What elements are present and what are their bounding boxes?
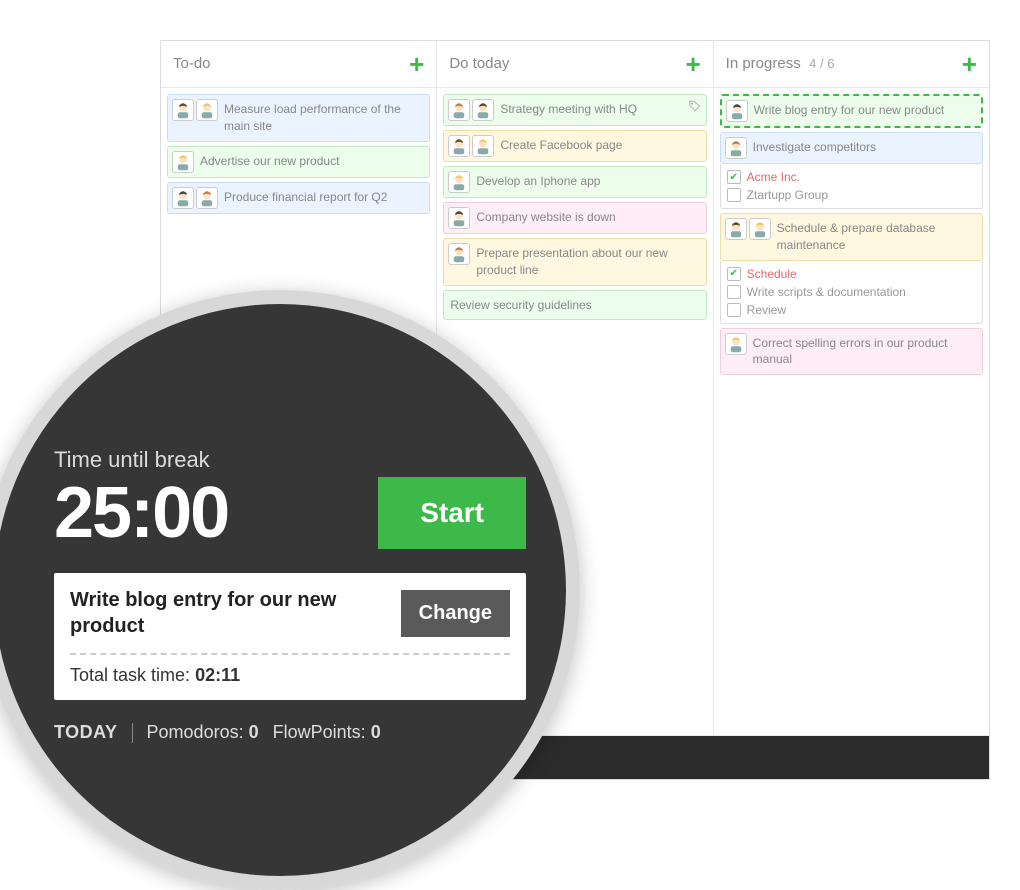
assignee-avatars [725, 333, 747, 355]
assignee-avatars [448, 99, 494, 121]
assignee-avatars [448, 135, 494, 157]
subtask-list: Schedule Write scripts & documentation Rev… [720, 261, 983, 324]
avatar [172, 151, 194, 173]
card-text: Schedule & prepare database maintenance [775, 218, 978, 256]
task-card[interactable]: Advertise our new product [167, 146, 430, 178]
avatar [448, 135, 470, 157]
subtask-list: Acme Inc. Ztartupp Group [720, 164, 983, 209]
assignee-avatars [725, 218, 771, 240]
card-list: Measure load performance of the main sit… [161, 88, 436, 220]
timer-label: Time until break [54, 447, 526, 473]
task-card[interactable]: Correct spelling errors in our product m… [720, 328, 983, 376]
avatar [448, 171, 470, 193]
avatar [725, 218, 747, 240]
total-task-time: Total task time: 02:11 [70, 665, 510, 686]
assignee-avatars [448, 207, 470, 229]
column-title: To-do [173, 55, 211, 72]
avatar [448, 99, 470, 121]
pomodoros-stat: Pomodoros: 0 [147, 722, 259, 743]
task-card[interactable]: Create Facebook page [443, 130, 706, 162]
column-header: To-do + [161, 41, 436, 88]
start-button[interactable]: Start [378, 477, 526, 549]
card-text: Advertise our new product [198, 151, 425, 172]
subtask[interactable]: Write scripts & documentation [727, 283, 976, 301]
subtask-label: Review [747, 303, 786, 317]
column-title: Do today [449, 55, 509, 72]
avatar [749, 218, 771, 240]
avatar [172, 187, 194, 209]
today-label: TODAY [54, 722, 118, 743]
subtask-label: Acme Inc. [747, 170, 800, 184]
today-stats: TODAY Pomodoros: 0 FlowPoints: 0 [54, 722, 526, 743]
current-task-title: Write blog entry for our new product [70, 587, 389, 639]
card-text: Company website is down [474, 207, 701, 228]
timer-value: 25:00 [54, 477, 228, 549]
assignee-avatars [726, 100, 748, 122]
add-card-icon[interactable]: + [409, 51, 424, 77]
task-card[interactable]: Write blog entry for our new product [720, 94, 983, 128]
assignee-avatars [172, 151, 194, 173]
card-text: Correct spelling errors in our product m… [751, 333, 978, 371]
column-header: In progress 4 / 6 + [714, 41, 989, 88]
assignee-avatars [725, 137, 747, 159]
subtask[interactable]: Review [727, 301, 976, 319]
card-text: Strategy meeting with HQ [498, 99, 683, 120]
card-list: Write blog entry for our new product Inve… [714, 88, 989, 381]
checkbox-icon[interactable] [727, 170, 741, 184]
subtask[interactable]: Schedule [727, 265, 976, 283]
card-text: Write blog entry for our new product [752, 100, 977, 121]
avatar [472, 135, 494, 157]
card-text: Prepare presentation about our new produ… [474, 243, 701, 281]
task-card[interactable]: Prepare presentation about our new produ… [443, 238, 706, 286]
timer-magnifier: Time until break 25:00 Start Write blog … [0, 290, 580, 890]
column-title: In progress [726, 55, 801, 72]
subtask[interactable]: Acme Inc. [727, 168, 976, 186]
avatar [725, 137, 747, 159]
avatar [472, 99, 494, 121]
avatar [726, 100, 748, 122]
avatar [448, 207, 470, 229]
avatar [448, 243, 470, 265]
avatar [196, 99, 218, 121]
checkbox-icon[interactable] [727, 267, 741, 281]
assignee-avatars [448, 243, 470, 265]
column-in-progress: In progress 4 / 6 + Write blog entry for o… [714, 41, 989, 735]
task-card[interactable]: Schedule & prepare database maintenance [720, 213, 983, 261]
avatar [196, 187, 218, 209]
subtask-label: Ztartupp Group [747, 188, 828, 202]
assignee-avatars [448, 171, 470, 193]
change-button[interactable]: Change [401, 590, 510, 637]
task-card[interactable]: Company website is down [443, 202, 706, 234]
tag-icon [688, 99, 702, 113]
task-card[interactable]: Develop an Iphone app [443, 166, 706, 198]
avatar [725, 333, 747, 355]
add-card-icon[interactable]: + [685, 51, 700, 77]
card-list: Strategy meeting with HQ Create Facebook … [437, 88, 712, 326]
task-card[interactable]: Investigate competitors [720, 132, 983, 164]
checkbox-icon[interactable] [727, 303, 741, 317]
task-card[interactable]: Produce financial report for Q2 [167, 182, 430, 214]
current-task-box: Write blog entry for our new product Cha… [54, 573, 526, 700]
subtask-label: Write scripts & documentation [747, 285, 906, 299]
card-text: Measure load performance of the main sit… [222, 99, 425, 137]
subtask[interactable]: Ztartupp Group [727, 186, 976, 204]
column-count: 4 / 6 [809, 56, 834, 71]
card-text: Produce financial report for Q2 [222, 187, 425, 208]
card-text: Investigate competitors [751, 137, 978, 158]
card-text: Create Facebook page [498, 135, 701, 156]
assignee-avatars [172, 99, 218, 121]
checkbox-icon[interactable] [727, 188, 741, 202]
column-header: Do today + [437, 41, 712, 88]
avatar [172, 99, 194, 121]
card-text: Develop an Iphone app [474, 171, 701, 192]
card-text: Review security guidelines [448, 295, 701, 316]
task-card[interactable]: Review security guidelines [443, 290, 706, 321]
flowpoints-stat: FlowPoints: 0 [273, 722, 381, 743]
task-card[interactable]: Measure load performance of the main sit… [167, 94, 430, 142]
checkbox-icon[interactable] [727, 285, 741, 299]
subtask-label: Schedule [747, 267, 797, 281]
add-card-icon[interactable]: + [962, 51, 977, 77]
task-card[interactable]: Strategy meeting with HQ [443, 94, 706, 126]
assignee-avatars [172, 187, 218, 209]
